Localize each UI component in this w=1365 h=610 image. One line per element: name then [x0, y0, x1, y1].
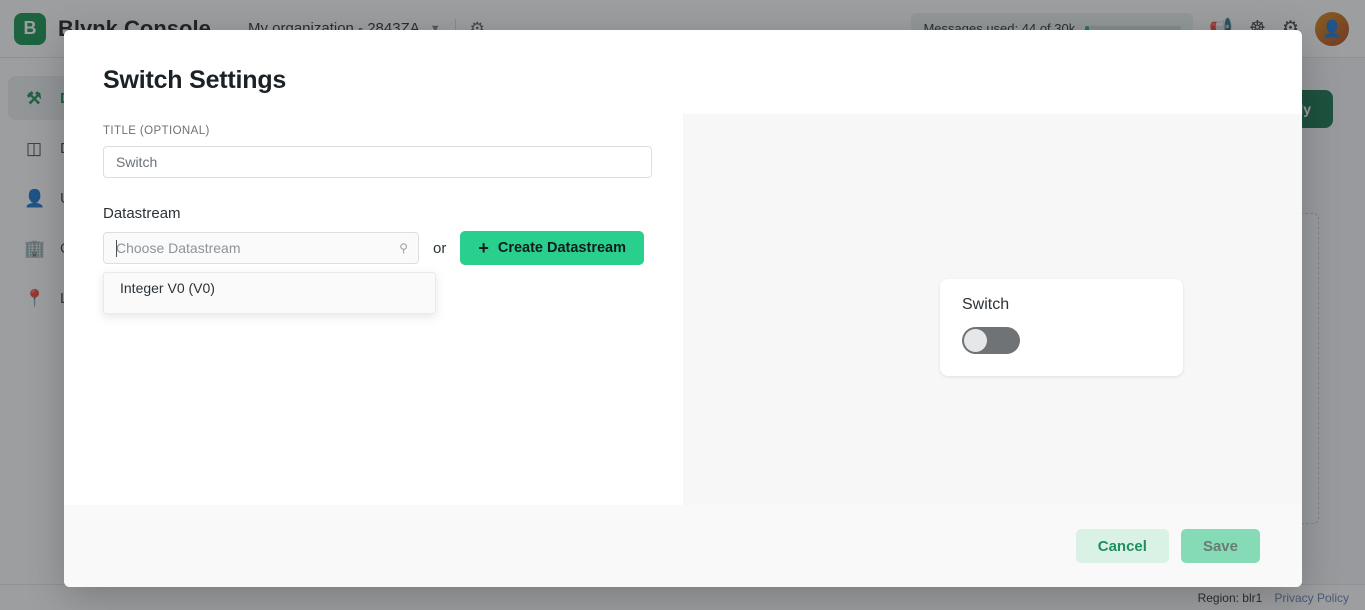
dialog-footer: Cancel Save	[64, 505, 1302, 587]
dialog-body: Switch Switch Settings TITLE (OPTIONAL) …	[64, 30, 1302, 505]
search-icon: ⚲	[399, 241, 408, 255]
switch-toggle[interactable]	[962, 327, 1020, 354]
datastream-search-input[interactable]: Choose Datastream ⚲	[103, 232, 419, 264]
or-label: or	[432, 239, 447, 257]
title-field-label: TITLE (OPTIONAL)	[103, 125, 210, 137]
widget-title: Switch	[962, 296, 1010, 313]
plus-icon: +	[478, 238, 489, 258]
settings-pane: Switch Settings TITLE (OPTIONAL) Switch …	[64, 30, 683, 505]
preview-pane: Switch	[683, 114, 1302, 505]
page-title: Switch Settings	[103, 66, 287, 94]
save-button[interactable]: Save	[1180, 529, 1260, 563]
list-item[interactable]: Integer V0 (V0)	[104, 273, 435, 303]
create-datastream-label: Create Datastream	[497, 240, 626, 256]
dropdown-padding	[104, 303, 435, 313]
toggle-knob	[964, 329, 987, 352]
text-caret	[116, 240, 117, 257]
create-datastream-button[interactable]: + Create Datastream	[460, 231, 644, 265]
datastream-search-placeholder: Choose Datastream	[116, 240, 241, 256]
switch-settings-dialog: Switch Switch Settings TITLE (OPTIONAL) …	[64, 30, 1302, 587]
cancel-button[interactable]: Cancel	[1075, 529, 1169, 563]
datastream-section-label: Datastream	[103, 205, 181, 222]
title-input[interactable]: Switch	[103, 146, 652, 178]
title-input-value: Switch	[116, 154, 158, 170]
datastream-row: Choose Datastream ⚲ or + Create Datastre…	[103, 231, 644, 314]
datastream-dropdown: Integer V0 (V0)	[103, 272, 436, 314]
switch-widget-preview[interactable]: Switch	[940, 279, 1183, 376]
